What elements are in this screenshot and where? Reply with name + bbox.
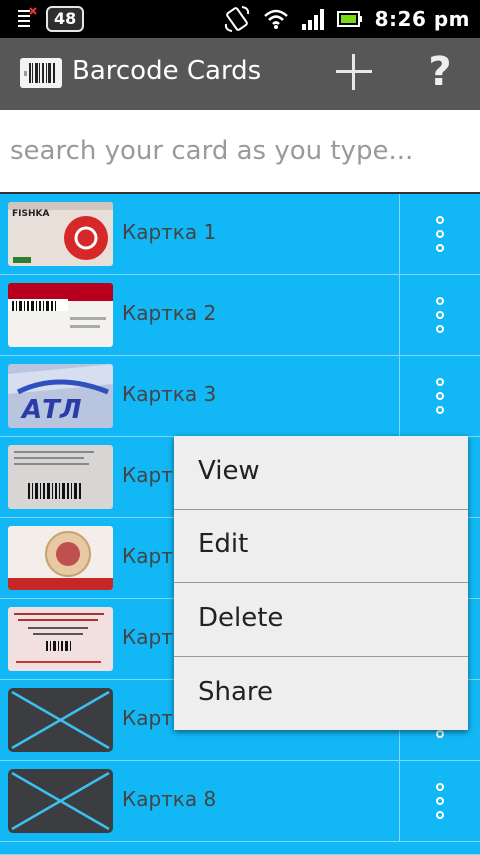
card-context-menu: View Edit Delete Share — [174, 436, 468, 730]
menu-item-label: Edit — [198, 529, 249, 559]
barcode-app-icon — [20, 58, 62, 88]
menu-item-label: Delete — [198, 603, 284, 633]
card-menu-button[interactable] — [399, 275, 480, 355]
svg-text:FISHKA: FISHKA — [12, 209, 49, 219]
overflow-dots-icon — [436, 378, 444, 414]
card-thumbnail — [8, 445, 113, 509]
notification-icon — [18, 7, 37, 27]
status-bar: 48 8:26 pm — [0, 0, 480, 38]
action-bar: Barcode Cards ? — [0, 38, 480, 110]
status-left: 48 — [16, 6, 85, 32]
wifi-icon — [263, 9, 288, 29]
signal-icon — [301, 9, 324, 30]
card-thumbnail: FISHKA — [8, 202, 113, 266]
card-menu-button[interactable] — [399, 194, 480, 274]
app-title: Barcode Cards — [72, 56, 262, 86]
rotation-icon — [224, 6, 249, 32]
notification-count-badge: 48 — [46, 6, 85, 32]
overflow-dots-icon — [436, 216, 444, 252]
card-thumbnail — [8, 607, 113, 671]
card-row[interactable]: FISHKA Картка 1 — [0, 194, 480, 275]
card-placeholder-thumbnail — [8, 769, 113, 833]
battery-icon — [336, 11, 362, 27]
clock: 8:26 pm — [374, 7, 470, 31]
menu-item-view[interactable]: View — [174, 436, 468, 510]
card-row[interactable]: Картка 2 — [0, 275, 480, 356]
search-input[interactable] — [0, 110, 480, 192]
menu-item-label: View — [198, 456, 260, 486]
card-thumbnail — [8, 526, 113, 590]
card-label: Картка 2 — [122, 301, 217, 325]
card-menu-button[interactable] — [399, 761, 480, 841]
status-right: 8:26 pm — [223, 6, 470, 32]
overflow-dots-icon — [436, 297, 444, 333]
card-row[interactable]: Картка 8 — [0, 761, 480, 842]
menu-item-label: Share — [198, 677, 274, 707]
menu-item-edit[interactable]: Edit — [174, 509, 468, 583]
card-row-partial — [0, 842, 480, 855]
card-thumbnail — [8, 283, 113, 347]
svg-text:АТЛ: АТЛ — [20, 395, 82, 425]
card-menu-button[interactable] — [399, 356, 480, 436]
card-label: Картка 1 — [122, 220, 217, 244]
card-thumbnail: АТЛ — [8, 364, 113, 428]
overflow-dots-icon — [436, 783, 444, 819]
search-bar — [0, 110, 480, 194]
help-button[interactable]: ? — [420, 50, 460, 94]
card-placeholder-thumbnail — [8, 688, 113, 752]
add-card-button[interactable] — [332, 50, 376, 94]
card-label: Картка 3 — [122, 382, 217, 406]
menu-item-delete[interactable]: Delete — [174, 583, 468, 657]
menu-item-share[interactable]: Share — [174, 657, 468, 730]
card-label: Картка 8 — [122, 787, 217, 811]
card-row[interactable]: АТЛ Картка 3 — [0, 356, 480, 437]
